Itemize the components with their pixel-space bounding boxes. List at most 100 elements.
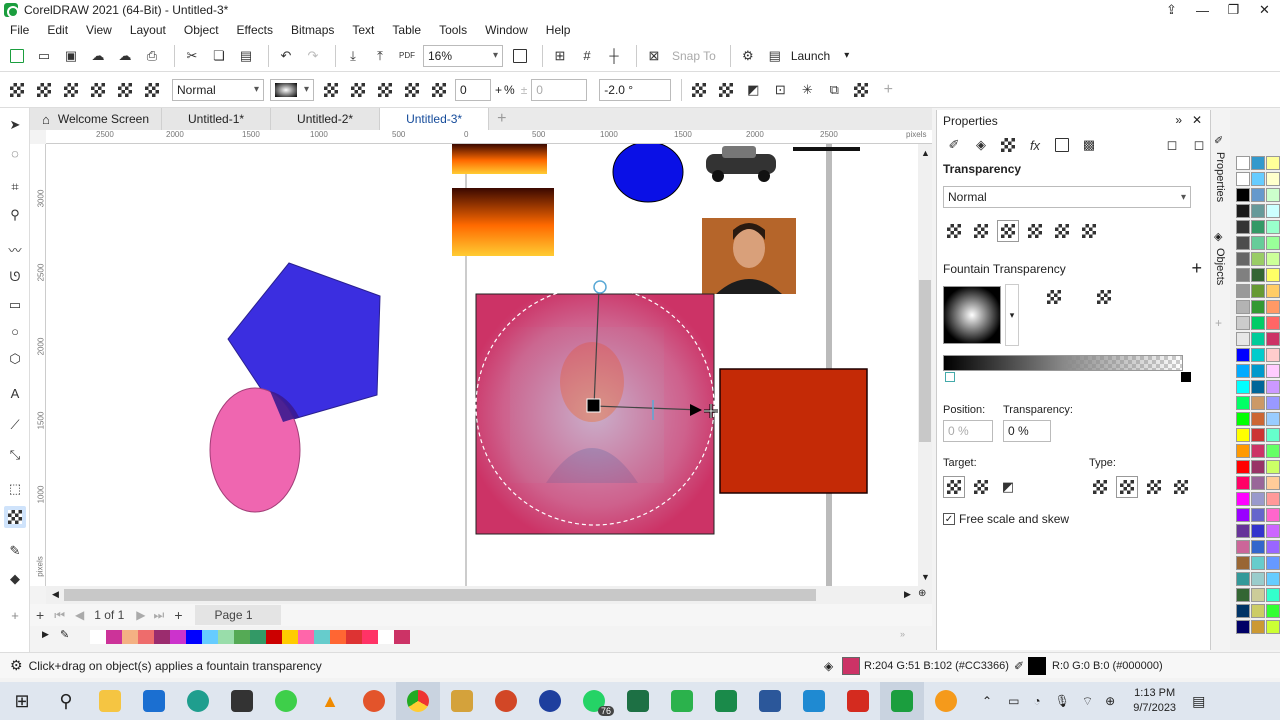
dark-bar[interactable] xyxy=(793,147,860,151)
palette-swatch[interactable] xyxy=(1266,620,1280,634)
launch-button[interactable]: Launch xyxy=(791,49,830,63)
conical-fountain-icon[interactable] xyxy=(374,79,396,101)
tab-untitled-2[interactable]: Untitled-2* xyxy=(271,108,381,130)
edit-transparency-icon[interactable] xyxy=(850,79,872,101)
palette-swatch[interactable] xyxy=(1266,268,1280,282)
palette-swatch[interactable] xyxy=(1251,604,1265,618)
document-color-swatch[interactable] xyxy=(314,630,330,644)
all-target-icon[interactable]: ◩ xyxy=(997,476,1019,498)
document-color-swatch[interactable] xyxy=(218,630,234,644)
frame-icon[interactable] xyxy=(1051,134,1073,156)
palette-swatch[interactable] xyxy=(1251,412,1265,426)
palette-swatch[interactable] xyxy=(1236,172,1250,186)
flip-transparency-icon[interactable] xyxy=(688,79,710,101)
freehand-tool-icon[interactable]: 〰 xyxy=(4,238,26,260)
palette-swatch[interactable] xyxy=(1251,444,1265,458)
end-color-node[interactable] xyxy=(1181,372,1191,382)
android-app-icon[interactable] xyxy=(264,682,308,720)
palette-swatch[interactable] xyxy=(1251,476,1265,490)
vector-pattern-icon[interactable] xyxy=(87,79,109,101)
palette-swatch[interactable] xyxy=(1251,300,1265,314)
palette-swatch[interactable] xyxy=(1236,284,1250,298)
layers-icon[interactable]: ◈ xyxy=(1214,230,1222,243)
palette-swatch[interactable] xyxy=(1251,508,1265,522)
cloud-download-icon[interactable]: ☁ xyxy=(114,45,136,67)
palette-swatch[interactable] xyxy=(1266,364,1280,378)
palette-swatch[interactable] xyxy=(1251,572,1265,586)
tray-chevron-icon[interactable]: ⌃ xyxy=(982,694,992,708)
palette-swatch[interactable] xyxy=(1251,556,1265,570)
palette-swatch[interactable] xyxy=(1251,284,1265,298)
fountain-transparency-icon[interactable] xyxy=(997,220,1019,242)
palette-swatches[interactable] xyxy=(1230,110,1280,650)
new-document-icon[interactable] xyxy=(6,45,28,67)
start-node-handle[interactable] xyxy=(586,398,601,413)
document-color-swatch[interactable] xyxy=(346,630,362,644)
palette-swatch[interactable] xyxy=(1236,604,1250,618)
palette-swatch[interactable] xyxy=(1251,252,1265,266)
menu-tools[interactable]: Tools xyxy=(429,23,475,37)
open-folder-icon[interactable]: ▭ xyxy=(33,45,55,67)
palette-swatch[interactable] xyxy=(1236,476,1250,490)
palette-swatch[interactable] xyxy=(1236,268,1250,282)
crop-tool-icon[interactable]: ⌗ xyxy=(4,176,26,198)
palette-swatch[interactable] xyxy=(1266,204,1280,218)
palette-swatch[interactable] xyxy=(1266,396,1280,410)
scrollbar-thumb[interactable] xyxy=(919,280,931,442)
palette-swatch[interactable] xyxy=(1266,508,1280,522)
document-color-swatch[interactable] xyxy=(106,630,122,644)
edge-icon[interactable] xyxy=(176,682,220,720)
zoom-to-page-icon[interactable] xyxy=(509,45,531,67)
palette-swatch[interactable] xyxy=(1251,220,1265,234)
zoom-navigator-icon[interactable]: ⊕ xyxy=(918,588,926,599)
palette-swatch[interactable] xyxy=(1251,540,1265,554)
shape-tool-icon[interactable]: ◌ xyxy=(4,142,26,164)
document-color-swatch[interactable] xyxy=(90,630,106,644)
palette-arrow-icon[interactable]: ▶ xyxy=(42,629,49,640)
cut-icon[interactable]: ✂ xyxy=(181,45,203,67)
vector-pattern-icon[interactable] xyxy=(1024,220,1046,242)
prev-page-icon[interactable]: ◀ xyxy=(75,608,84,622)
document-color-swatch[interactable] xyxy=(266,630,282,644)
orange-app-icon[interactable] xyxy=(924,682,968,720)
menu-layout[interactable]: Layout xyxy=(120,23,174,37)
chevron-right-icon[interactable]: ▶ xyxy=(904,589,911,600)
node-transparency-icon[interactable] xyxy=(428,79,450,101)
restore-button[interactable]: ❐ xyxy=(1218,0,1249,20)
image-icon[interactable]: ▩ xyxy=(1078,134,1100,156)
page-tab[interactable]: Page 1 xyxy=(194,605,281,625)
new-tab-plus-icon[interactable]: + xyxy=(489,108,514,130)
mail-icon[interactable] xyxy=(132,682,176,720)
drawing-canvas[interactable] xyxy=(46,144,918,586)
snap-off-icon[interactable]: ⊠ xyxy=(643,45,665,67)
fountain-preview[interactable] xyxy=(943,286,1001,344)
menu-file[interactable]: File xyxy=(0,23,37,37)
file-explorer-icon[interactable] xyxy=(88,682,132,720)
palette-swatch[interactable] xyxy=(1251,172,1265,186)
fill-target-icon[interactable] xyxy=(943,476,965,498)
menu-edit[interactable]: Edit xyxy=(37,23,76,37)
palette-swatch[interactable] xyxy=(1266,444,1280,458)
bitmap-pattern-icon[interactable] xyxy=(114,79,136,101)
palette-swatch[interactable] xyxy=(1236,156,1250,170)
close-button[interactable]: ✕ xyxy=(1249,0,1280,20)
palette-swatch[interactable] xyxy=(1266,252,1280,266)
document-color-swatch[interactable] xyxy=(362,630,378,644)
vlc-icon[interactable]: ▲ xyxy=(308,682,352,720)
palette-swatch[interactable] xyxy=(1266,476,1280,490)
powerpoint-icon[interactable] xyxy=(484,682,528,720)
properties-tab-icon[interactable]: ✐ xyxy=(1214,134,1223,147)
launch-icon[interactable]: ▤ xyxy=(764,45,786,67)
palette-swatch[interactable] xyxy=(1266,188,1280,202)
chevron-left-icon[interactable]: ◀ xyxy=(52,589,59,600)
uniform-transparency-icon[interactable] xyxy=(970,220,992,242)
menu-object[interactable]: Object xyxy=(174,23,227,37)
mic-tray-icon[interactable]: 🎙 xyxy=(1055,694,1070,708)
search-icon[interactable]: ⚲ xyxy=(44,682,88,720)
last-page-icon[interactable]: ⏭ xyxy=(154,608,165,623)
word-icon[interactable] xyxy=(748,682,792,720)
document-color-swatch[interactable] xyxy=(234,630,250,644)
elliptical-fountain-icon[interactable] xyxy=(347,79,369,101)
palette-swatch[interactable] xyxy=(1236,492,1250,506)
zoom-tool-icon[interactable]: ⚲ xyxy=(4,204,26,226)
